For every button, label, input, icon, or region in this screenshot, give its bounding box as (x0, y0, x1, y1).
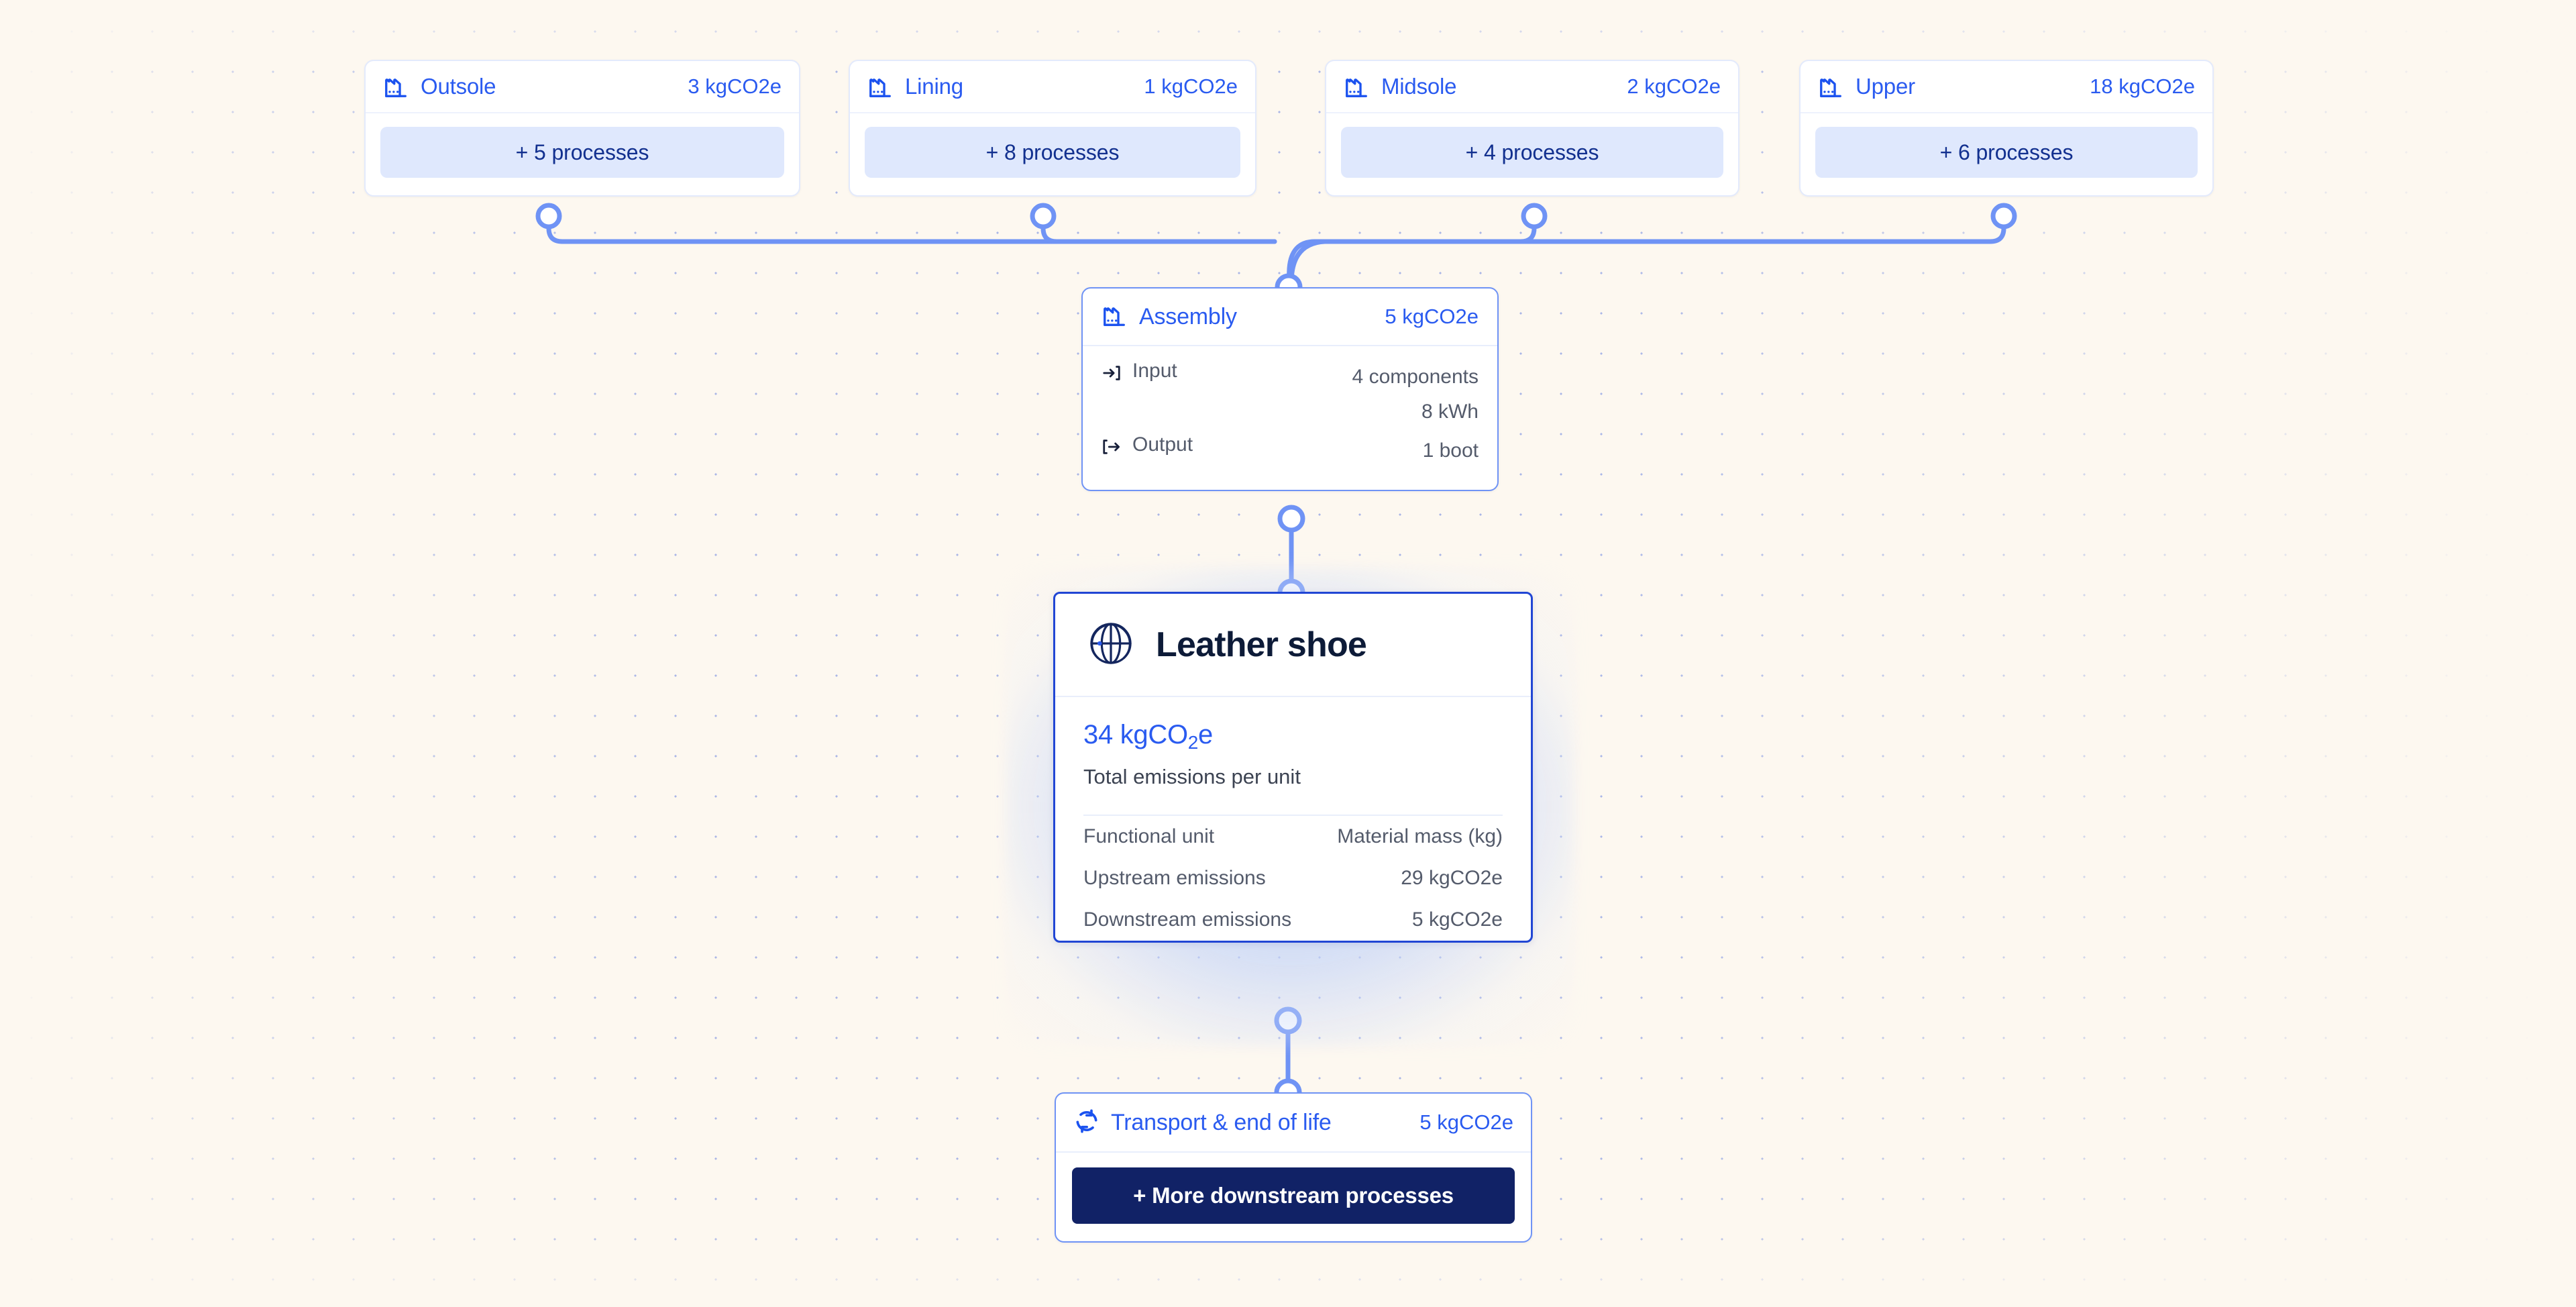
port-assembly-out (1280, 507, 1303, 530)
process-card-body: + 5 processes (366, 113, 799, 195)
assembly-output-row: Output 1 boot (1102, 433, 1479, 468)
assembly-body: Input 4 components 8 kWh Output 1 boot (1083, 346, 1497, 490)
process-card-header: Outsole 3 kgCO2e (366, 61, 799, 113)
port-upper-out (1993, 205, 2015, 227)
metric-value: Material mass (kg) (1337, 825, 1503, 848)
product-body: 34 kgCO2e Total emissions per unit Funct… (1055, 697, 1531, 941)
process-card-body: + 4 processes (1326, 113, 1738, 195)
edge-outsole-to-assembly (549, 216, 1275, 242)
globe-icon (1083, 616, 1138, 674)
downstream-title: Transport & end of life (1111, 1110, 1332, 1136)
port-lining-out (1032, 205, 1054, 227)
port-product-out (1277, 1009, 1299, 1032)
factory-icon (867, 74, 893, 99)
factory-icon (1818, 74, 1843, 99)
process-card-body: + 8 processes (850, 113, 1255, 195)
process-title: Lining (905, 74, 963, 99)
expand-processes-button[interactable]: + 8 processes (865, 127, 1240, 178)
factory-icon (1344, 74, 1369, 99)
product-total-subscript: 2 (1188, 732, 1198, 753)
process-card-midsole[interactable]: Midsole 2 kgCO2e + 4 processes (1325, 60, 1739, 197)
process-emissions: 1 kgCO2e (1144, 74, 1238, 99)
product-total-number: 34 kgCO (1083, 720, 1188, 749)
assembly-header: Assembly 5 kgCO2e (1083, 289, 1497, 346)
expand-processes-button[interactable]: + 5 processes (380, 127, 784, 178)
downstream-emissions: 5 kgCO2e (1419, 1110, 1513, 1135)
product-metric-row: Upstream emissions 29 kgCO2e (1083, 857, 1503, 899)
product-metric-row: Functional unit Material mass (kg) (1083, 816, 1503, 857)
factory-icon (383, 74, 409, 99)
process-emissions: 18 kgCO2e (2090, 74, 2195, 99)
edge-midsole-to-assembly (1289, 216, 1534, 284)
edge-lining-to-assembly (1043, 216, 1275, 242)
product-title: Leather shoe (1156, 625, 1366, 665)
port-midsole-out (1523, 205, 1545, 227)
assembly-input-label: Input (1132, 360, 1177, 382)
assembly-output-values: 1 boot (1423, 433, 1479, 468)
downstream-header: Transport & end of life 5 kgCO2e (1056, 1094, 1531, 1153)
arrow-into-bracket-icon (1102, 363, 1122, 386)
process-title: Outsole (421, 74, 496, 99)
metric-value: 29 kgCO2e (1401, 867, 1503, 890)
metric-key: Downstream emissions (1083, 908, 1291, 931)
metric-value: 5 kgCO2e (1412, 908, 1503, 931)
assembly-emissions: 5 kgCO2e (1385, 305, 1479, 329)
process-card-lining[interactable]: Lining 1 kgCO2e + 8 processes (849, 60, 1256, 197)
assembly-input-value: 8 kWh (1352, 395, 1479, 429)
assembly-output-label: Output (1132, 433, 1193, 456)
port-outsole-out (538, 205, 559, 227)
assembly-input-value: 4 components (1352, 360, 1479, 395)
metric-key: Functional unit (1083, 825, 1214, 848)
process-card-header: Lining 1 kgCO2e (850, 61, 1255, 113)
assembly-input-values: 4 components 8 kWh (1352, 360, 1479, 429)
product-header: Leather shoe (1055, 594, 1531, 697)
expand-processes-button[interactable]: + 6 processes (1815, 127, 2198, 178)
assembly-title: Assembly (1139, 304, 1237, 330)
process-title: Upper (1856, 74, 1915, 99)
metric-key: Upstream emissions (1083, 867, 1266, 890)
downstream-node[interactable]: Transport & end of life 5 kgCO2e + More … (1055, 1092, 1532, 1243)
arrow-out-of-bracket-icon (1102, 437, 1122, 460)
product-total-caption: Total emissions per unit (1083, 765, 1503, 789)
edge-upper-to-assembly (1291, 216, 2004, 284)
more-downstream-processes-button[interactable]: + More downstream processes (1072, 1167, 1515, 1224)
process-card-header: Midsole 2 kgCO2e (1326, 61, 1738, 113)
process-card-outsole[interactable]: Outsole 3 kgCO2e + 5 processes (364, 60, 800, 197)
assembly-output-value: 1 boot (1423, 433, 1479, 468)
process-emissions: 3 kgCO2e (688, 74, 782, 99)
process-card-header: Upper 18 kgCO2e (1801, 61, 2212, 113)
product-total-suffix: e (1198, 720, 1213, 749)
process-card-body: + 6 processes (1801, 113, 2212, 195)
expand-processes-button[interactable]: + 4 processes (1341, 127, 1723, 178)
product-card[interactable]: Leather shoe 34 kgCO2e Total emissions p… (1053, 592, 1533, 943)
product-total-emissions: 34 kgCO2e (1083, 720, 1503, 750)
assembly-node[interactable]: Assembly 5 kgCO2e Input 4 components 8 k… (1081, 287, 1499, 491)
assembly-input-row: Input 4 components 8 kWh (1102, 360, 1479, 429)
process-emissions: 2 kgCO2e (1627, 74, 1721, 99)
flow-canvas[interactable]: Outsole 3 kgCO2e + 5 processes Lining 1 … (0, 0, 2576, 1307)
recycle-icon (1073, 1108, 1100, 1138)
downstream-body: + More downstream processes (1056, 1153, 1531, 1241)
factory-icon (1102, 303, 1127, 331)
product-metric-row: Downstream emissions 5 kgCO2e (1083, 899, 1503, 941)
process-title: Midsole (1381, 74, 1456, 99)
process-card-upper[interactable]: Upper 18 kgCO2e + 6 processes (1799, 60, 2214, 197)
